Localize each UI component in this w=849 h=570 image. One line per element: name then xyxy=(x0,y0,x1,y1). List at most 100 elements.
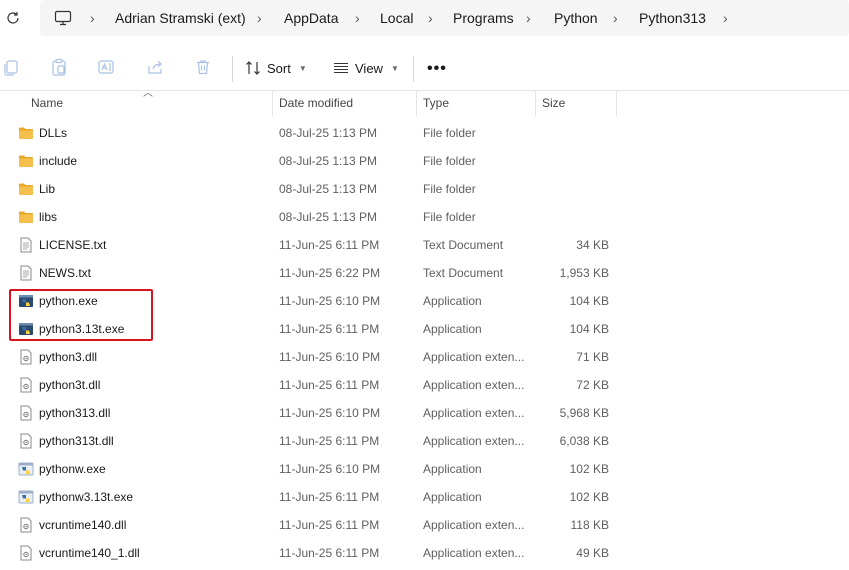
breadcrumb-item[interactable]: Python xyxy=(554,10,598,26)
breadcrumb-chevron-icon[interactable]: › xyxy=(613,10,618,26)
file-type: Application exten... xyxy=(423,350,525,364)
file-row[interactable]: vcruntime140_1.dll 11-Jun-25 6:11 PM Appli… xyxy=(0,539,849,567)
breadcrumb-item[interactable]: Adrian Stramski (ext) xyxy=(115,10,246,26)
file-name: Lib xyxy=(39,182,56,196)
breadcrumb-chevron-icon[interactable]: › xyxy=(90,10,95,26)
file-type: Application exten... xyxy=(423,406,525,420)
file-size: 102 KB xyxy=(569,462,609,476)
pythonw-exe-icon xyxy=(18,489,34,505)
dll-file-icon xyxy=(18,545,34,561)
folder-icon xyxy=(18,125,34,141)
address-bar: › Adrian Stramski (ext) › AppData › Loca… xyxy=(0,0,849,36)
file-date-modified: 11-Jun-25 6:11 PM xyxy=(279,322,380,336)
command-bar: Sort ▼ View ▼ ••• xyxy=(0,44,849,91)
file-row[interactable]: DLLs 08-Jul-25 1:13 PM File folder xyxy=(0,119,849,147)
file-type: Application xyxy=(423,462,482,476)
file-row[interactable]: vcruntime140.dll 11-Jun-25 6:11 PM Applica… xyxy=(0,511,849,539)
paste-icon[interactable] xyxy=(50,58,68,76)
file-size: 49 KB xyxy=(576,546,609,560)
dll-file-icon xyxy=(18,433,34,449)
file-name: NEWS.txt xyxy=(39,266,92,280)
file-type: Application exten... xyxy=(423,518,525,532)
file-date-modified: 08-Jul-25 1:13 PM xyxy=(279,210,378,224)
dll-file-icon xyxy=(18,517,34,533)
file-name: python313.dll xyxy=(39,406,111,420)
breadcrumb-item[interactable]: Local xyxy=(380,10,413,26)
delete-icon[interactable] xyxy=(194,58,212,76)
file-name: vcruntime140.dll xyxy=(39,518,127,532)
dll-file-icon xyxy=(18,405,34,421)
file-row[interactable]: python3t.dll 11-Jun-25 6:11 PM Application… xyxy=(0,371,849,399)
share-icon[interactable] xyxy=(146,58,164,76)
file-date-modified: 11-Jun-25 6:11 PM xyxy=(279,434,380,448)
file-row[interactable]: Lib 08-Jul-25 1:13 PM File folder xyxy=(0,175,849,203)
file-type: Text Document xyxy=(423,266,504,280)
rename-icon[interactable] xyxy=(97,58,115,76)
breadcrumb-chevron-icon[interactable]: › xyxy=(428,10,433,26)
sort-icon xyxy=(246,61,260,75)
file-name: DLLs xyxy=(39,126,68,140)
refresh-button[interactable] xyxy=(4,9,22,27)
file-type: Application xyxy=(423,294,482,308)
view-icon xyxy=(334,62,348,74)
file-date-modified: 08-Jul-25 1:13 PM xyxy=(279,126,378,140)
file-row[interactable]: python313.dll 11-Jun-25 6:10 PM Applicatio… xyxy=(0,399,849,427)
file-name: python3.dll xyxy=(39,350,98,364)
file-name: include xyxy=(39,154,78,168)
file-date-modified: 11-Jun-25 6:10 PM xyxy=(279,294,381,308)
column-divider[interactable] xyxy=(272,90,273,116)
file-size: 104 KB xyxy=(569,294,609,308)
file-type: File folder xyxy=(423,154,476,168)
folder-icon xyxy=(18,181,34,197)
breadcrumb-chevron-icon[interactable]: › xyxy=(355,10,360,26)
file-row[interactable]: NEWS.txt 11-Jun-25 6:22 PM Text Document 1,… xyxy=(0,259,849,287)
text-file-icon xyxy=(18,265,34,281)
file-row[interactable]: pythonw.exe 11-Jun-25 6:10 PM Application 1… xyxy=(0,455,849,483)
breadcrumb-chevron-icon[interactable]: › xyxy=(526,10,531,26)
file-type: Application exten... xyxy=(423,434,525,448)
breadcrumb-item[interactable]: Python313 xyxy=(639,10,706,26)
view-button[interactable]: View ▼ xyxy=(333,55,399,81)
file-size: 71 KB xyxy=(576,350,609,364)
column-divider[interactable] xyxy=(535,90,536,116)
file-size: 1,953 KB xyxy=(559,266,609,280)
column-header-type[interactable]: Type xyxy=(423,96,449,110)
column-header-size[interactable]: Size xyxy=(542,96,565,110)
column-header-name[interactable]: Name xyxy=(31,96,63,110)
this-pc-icon[interactable] xyxy=(54,10,72,26)
sort-button[interactable]: Sort ▼ xyxy=(245,55,307,81)
file-name: libs xyxy=(39,210,58,224)
breadcrumb-item[interactable]: Programs xyxy=(453,10,514,26)
more-options-button[interactable]: ••• xyxy=(427,60,447,78)
file-list: DLLs 08-Jul-25 1:13 PM File folder include 0… xyxy=(0,119,849,567)
column-divider[interactable] xyxy=(416,90,417,116)
breadcrumb-item[interactable]: AppData xyxy=(284,10,338,26)
breadcrumb-chevron-icon[interactable]: › xyxy=(257,10,262,26)
sort-label: Sort xyxy=(267,60,291,76)
file-date-modified: 11-Jun-25 6:11 PM xyxy=(279,238,380,252)
file-row[interactable]: python313t.dll 11-Jun-25 6:11 PM Applicati… xyxy=(0,427,849,455)
folder-icon xyxy=(18,153,34,169)
file-size: 6,038 KB xyxy=(559,434,609,448)
column-header-date[interactable]: Date modified xyxy=(279,96,353,110)
file-row[interactable]: LICENSE.txt 11-Jun-25 6:11 PM Text Documen… xyxy=(0,231,849,259)
view-label: View xyxy=(355,60,383,76)
breadcrumb: › Adrian Stramski (ext) › AppData › Loca… xyxy=(40,0,849,36)
file-row[interactable]: python3.dll 11-Jun-25 6:10 PM Application … xyxy=(0,343,849,371)
file-row[interactable]: include 08-Jul-25 1:13 PM File folder xyxy=(0,147,849,175)
breadcrumb-chevron-icon[interactable]: › xyxy=(723,10,728,26)
file-type: File folder xyxy=(423,182,476,196)
chevron-down-icon: ▼ xyxy=(390,63,399,73)
highlight-box xyxy=(9,289,153,341)
file-row[interactable]: libs 08-Jul-25 1:13 PM File folder xyxy=(0,203,849,231)
column-divider[interactable] xyxy=(616,90,617,116)
file-name: python313t.dll xyxy=(39,434,114,448)
file-size: 72 KB xyxy=(576,378,609,392)
folder-icon xyxy=(18,209,34,225)
copy-icon[interactable] xyxy=(2,58,20,76)
file-date-modified: 11-Jun-25 6:22 PM xyxy=(279,266,381,280)
file-type: Application xyxy=(423,322,482,336)
file-row[interactable]: pythonw3.13t.exe 11-Jun-25 6:11 PM Applica… xyxy=(0,483,849,511)
text-file-icon xyxy=(18,237,34,253)
file-date-modified: 08-Jul-25 1:13 PM xyxy=(279,154,378,168)
